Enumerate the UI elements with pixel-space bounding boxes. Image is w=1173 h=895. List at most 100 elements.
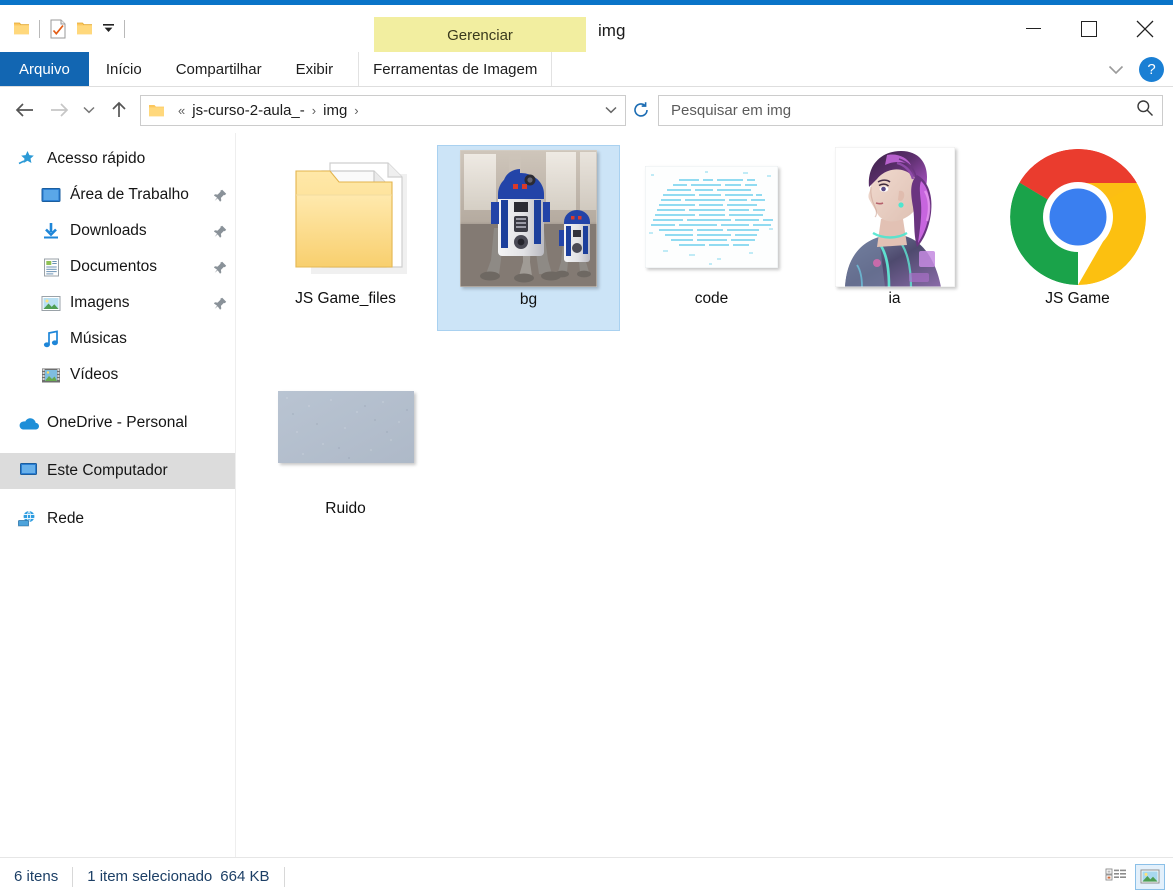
pin-icon[interactable] bbox=[213, 296, 227, 310]
status-selection: 1 item selecionado bbox=[87, 868, 213, 885]
chrome-icon bbox=[1008, 147, 1148, 287]
sidebar-item-este-computador[interactable]: Este Computador bbox=[0, 453, 235, 489]
sidebar-item-label: Área de Trabalho bbox=[70, 186, 189, 203]
music-icon bbox=[40, 328, 62, 350]
search-input[interactable] bbox=[669, 100, 1136, 120]
sidebar-item-label: OneDrive - Personal bbox=[47, 414, 188, 431]
this-pc-icon bbox=[17, 460, 39, 482]
cyberpunk-portrait-thumb bbox=[825, 147, 965, 287]
file-list-view[interactable]: JS Game_files bg code ia JS Game Ruido bbox=[236, 133, 1173, 857]
status-selection-size: 664 KB bbox=[220, 868, 270, 885]
contextual-tab-group-title: Gerenciar bbox=[374, 17, 586, 53]
breadcrumb-segment-current[interactable]: img bbox=[323, 102, 347, 119]
documents-icon bbox=[40, 256, 62, 278]
pin-icon[interactable] bbox=[213, 224, 227, 238]
breadcrumb-separator-2[interactable]: › bbox=[354, 103, 358, 118]
breadcrumb-overflow[interactable]: « bbox=[178, 103, 185, 118]
ribbon-tab-bar: Arquivo Início Compartilhar Exibir Ferra… bbox=[0, 52, 1173, 87]
properties-icon[interactable] bbox=[45, 15, 71, 43]
refresh-icon[interactable] bbox=[626, 93, 656, 127]
file-item-label: bg bbox=[519, 291, 538, 308]
file-item-js-game[interactable]: JS Game bbox=[986, 145, 1169, 331]
sidebar-item-documentos[interactable]: Documentos bbox=[0, 249, 235, 285]
sidebar-item-onedrive[interactable]: OneDrive - Personal bbox=[0, 405, 235, 441]
help-icon[interactable]: ? bbox=[1139, 57, 1164, 82]
search-icon[interactable] bbox=[1136, 99, 1154, 122]
navigation-pane: Acesso rápido Área de Trabalho Downloads… bbox=[0, 133, 236, 857]
file-item-code[interactable]: code bbox=[620, 145, 803, 331]
sidebar-item-acesso-rapido[interactable]: Acesso rápido bbox=[0, 141, 235, 177]
status-bar: 6 itens 1 item selecionado 664 KB bbox=[0, 857, 1173, 895]
view-toggle-group bbox=[1101, 863, 1165, 890]
desktop-icon bbox=[40, 184, 62, 206]
file-item-ruido[interactable]: Ruido bbox=[254, 355, 437, 541]
window-controls bbox=[1005, 5, 1173, 52]
tab-ferramentas-de-imagem[interactable]: Ferramentas de Imagem bbox=[358, 52, 553, 86]
sidebar-item-rede[interactable]: Rede bbox=[0, 501, 235, 537]
arrow-up-icon[interactable] bbox=[102, 93, 136, 127]
pin-icon[interactable] bbox=[213, 260, 227, 274]
file-item-js-game-files[interactable]: JS Game_files bbox=[254, 145, 437, 331]
tab-compartilhar[interactable]: Compartilhar bbox=[159, 52, 279, 86]
folder-thumb bbox=[276, 147, 416, 287]
sidebar-item-musicas[interactable]: Músicas bbox=[0, 321, 235, 357]
arrow-right-icon bbox=[42, 93, 76, 127]
file-grid: JS Game_files bg code ia JS Game Ruido bbox=[254, 145, 1173, 541]
qat-separator-2 bbox=[124, 19, 125, 38]
sidebar-item-label: Imagens bbox=[70, 294, 130, 311]
file-item-bg[interactable]: bg bbox=[437, 145, 620, 331]
customize-caret-icon[interactable] bbox=[97, 15, 119, 43]
downloads-icon bbox=[40, 220, 62, 242]
quick-access-toolbar bbox=[0, 5, 130, 52]
ribbon-right-controls: ? bbox=[1103, 52, 1167, 87]
sidebar-item-label: Vídeos bbox=[70, 366, 119, 383]
chevron-down-icon[interactable] bbox=[1103, 57, 1129, 83]
new-folder-icon[interactable] bbox=[71, 15, 97, 43]
title-bar: Gerenciar img bbox=[0, 5, 1173, 53]
sidebar-item-downloads[interactable]: Downloads bbox=[0, 213, 235, 249]
pin-icon[interactable] bbox=[213, 188, 227, 202]
details-view-icon[interactable] bbox=[1101, 864, 1131, 890]
search-box[interactable] bbox=[658, 94, 1163, 126]
large-icons-view-icon[interactable] bbox=[1135, 863, 1165, 890]
sidebar-item-imagens[interactable]: Imagens bbox=[0, 285, 235, 321]
status-item-count: 6 itens bbox=[14, 868, 59, 885]
maximize-icon[interactable] bbox=[1061, 5, 1117, 52]
sidebar-item-label: Este Computador bbox=[47, 462, 168, 479]
onedrive-icon bbox=[17, 412, 39, 434]
status-separator-2 bbox=[283, 866, 285, 887]
minimize-icon[interactable] bbox=[1005, 5, 1061, 52]
file-item-label: Ruido bbox=[325, 500, 366, 517]
code-matrix-thumb bbox=[642, 147, 782, 287]
address-bar-row: « js-curso-2-aula_- › img › bbox=[0, 87, 1173, 133]
breadcrumb-folder-icon bbox=[148, 103, 165, 118]
arrow-left-icon[interactable] bbox=[8, 93, 42, 127]
qat-separator bbox=[39, 19, 40, 38]
network-icon bbox=[17, 508, 39, 530]
sidebar-item-area-de-trabalho[interactable]: Área de Trabalho bbox=[0, 177, 235, 213]
sidebar-item-videos[interactable]: Vídeos bbox=[0, 357, 235, 393]
tab-arquivo[interactable]: Arquivo bbox=[0, 52, 89, 86]
breadcrumb-segment-parent[interactable]: js-curso-2-aula_- bbox=[192, 102, 305, 119]
quick-access-star-icon bbox=[17, 148, 39, 170]
sidebar-item-label: Músicas bbox=[70, 330, 127, 347]
breadcrumb-dropdown-icon[interactable] bbox=[601, 106, 621, 114]
breadcrumb[interactable]: « js-curso-2-aula_- › img › bbox=[140, 94, 626, 126]
window-title: img bbox=[598, 21, 626, 40]
close-icon[interactable] bbox=[1117, 5, 1173, 52]
tab-exibir[interactable]: Exibir bbox=[279, 52, 351, 86]
folder-icon[interactable] bbox=[8, 15, 34, 43]
tab-inicio[interactable]: Início bbox=[89, 52, 159, 86]
sidebar-item-label: Rede bbox=[47, 510, 85, 527]
recent-locations-chevron-icon[interactable] bbox=[76, 93, 102, 127]
noise-gray-thumb bbox=[276, 357, 416, 497]
sidebar-item-label: Downloads bbox=[70, 222, 147, 239]
r2d2-photo-thumb bbox=[459, 148, 599, 288]
videos-icon bbox=[40, 364, 62, 386]
breadcrumb-separator-1: › bbox=[311, 102, 317, 118]
file-item-label: code bbox=[694, 290, 729, 307]
file-item-label: JS Game_files bbox=[295, 290, 396, 307]
status-separator-1 bbox=[72, 866, 74, 887]
sidebar-group-gap-2 bbox=[0, 441, 235, 453]
file-item-ia[interactable]: ia bbox=[803, 145, 986, 331]
